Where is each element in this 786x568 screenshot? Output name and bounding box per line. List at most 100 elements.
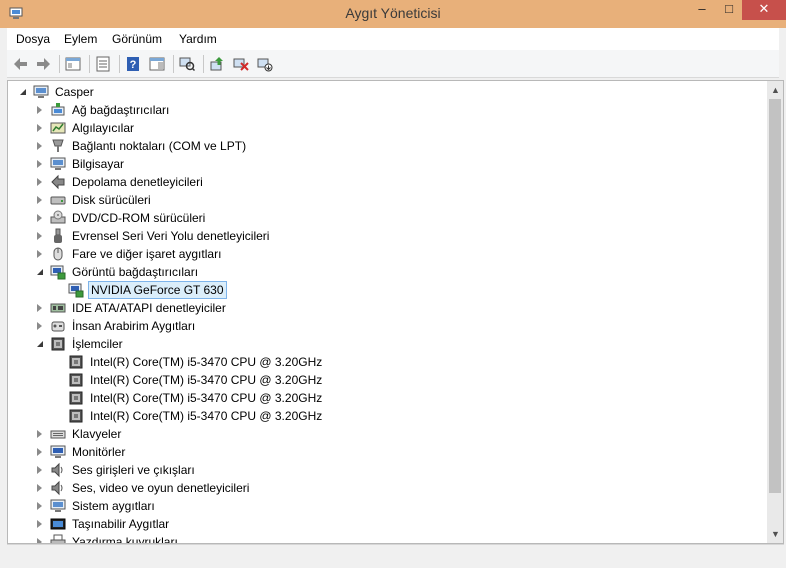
expand-arrow-icon[interactable] [35, 304, 44, 313]
device-category-label: IDE ATA/ATAPI denetleyiciler [72, 301, 226, 315]
device-category[interactable]: Sistem aygıtları [35, 497, 157, 515]
forward-icon[interactable] [33, 54, 53, 74]
scroll-down-arrow-icon[interactable]: ▼ [767, 527, 784, 541]
dvd-drive-icon [50, 210, 66, 224]
window-title: Aygıt Yöneticisi [345, 5, 441, 21]
vertical-scrollbar[interactable]: ▲ ▼ [767, 80, 784, 544]
toolbar-separator [119, 55, 120, 73]
device-category-label: İnsan Arabirim Aygıtları [72, 319, 196, 333]
device-category[interactable]: İnsan Arabirim Aygıtları [35, 317, 197, 335]
expand-arrow-icon[interactable] [35, 322, 44, 331]
menu-gorunum[interactable]: Görünüm [112, 32, 162, 46]
sensor-icon [50, 122, 66, 134]
toolbar-separator [173, 55, 174, 73]
device-tree[interactable]: Casper Ağ bağdaştırıcıları Algılayıcılar B… [7, 80, 767, 544]
device-category[interactable]: Bağlantı noktaları (COM ve LPT) [35, 137, 248, 155]
scroll-up-arrow-icon[interactable]: ▲ [767, 83, 784, 97]
expand-toggle[interactable] [18, 88, 27, 97]
device-item[interactable]: Intel(R) Core(TM) i5-3470 CPU @ 3.20GHz [68, 371, 324, 389]
expand-arrow-icon[interactable] [35, 448, 44, 457]
device-category[interactable]: Depolama denetleyicileri [35, 173, 205, 191]
device-category[interactable]: Yazdırma kuyrukları [35, 533, 180, 543]
computer-icon [50, 157, 66, 170]
device-category-label: Sistem aygıtları [72, 499, 155, 513]
device-category-label: Depolama denetleyicileri [72, 175, 203, 189]
uninstall-icon[interactable] [231, 54, 251, 74]
expand-arrow-icon[interactable] [35, 160, 44, 169]
device-category[interactable]: Monitörler [35, 443, 127, 461]
device-item[interactable]: Intel(R) Core(TM) i5-3470 CPU @ 3.20GHz [68, 389, 324, 407]
menu-dosya[interactable]: Dosya [16, 32, 50, 46]
device-category[interactable]: Evrensel Seri Veri Yolu denetleyicileri [35, 227, 271, 245]
help-icon[interactable]: ? [123, 54, 143, 74]
expand-arrow-icon[interactable] [35, 250, 44, 259]
hid-icon [51, 321, 65, 332]
show-hide-console-tree-icon[interactable] [63, 54, 83, 74]
processor-icon [51, 337, 65, 351]
device-category[interactable]: DVD/CD-ROM sürücüleri [35, 209, 207, 227]
menu-eylem[interactable]: Eylem [64, 32, 97, 46]
minimize-button[interactable]: – [688, 0, 716, 20]
port-icon [52, 139, 64, 152]
speaker-icon [51, 462, 63, 478]
scroll-thumb[interactable] [769, 99, 781, 493]
device-item[interactable]: NVIDIA GeForce GT 630 [68, 281, 227, 299]
update-driver-icon[interactable] [207, 54, 227, 74]
close-button[interactable]: ✕ [742, 0, 786, 20]
menu-bar: Dosya Eylem Görünüm Yardım [7, 28, 779, 50]
disable-icon[interactable] [255, 54, 275, 74]
expand-arrow-icon[interactable] [35, 124, 44, 133]
back-icon[interactable] [11, 54, 31, 74]
title-bar[interactable]: Aygıt Yöneticisi – □ ✕ [0, 0, 786, 28]
properties-icon[interactable] [93, 54, 113, 74]
expand-arrow-icon[interactable] [35, 196, 44, 205]
toolbar-separator [203, 55, 204, 73]
device-category-label: Görüntü bağdaştırıcıları [72, 265, 199, 279]
device-item-label: Intel(R) Core(TM) i5-3470 CPU @ 3.20GHz [90, 391, 323, 405]
device-category[interactable]: Ses girişleri ve çıkışları [35, 461, 197, 479]
device-item[interactable]: Intel(R) Core(TM) i5-3470 CPU @ 3.20GHz [68, 353, 324, 371]
toolbar: ? [7, 50, 779, 78]
device-category-label: Klavyeler [72, 427, 122, 441]
expand-arrow-icon[interactable] [35, 520, 44, 529]
collapse-arrow-icon[interactable] [35, 340, 44, 349]
computer-icon [33, 85, 49, 98]
device-category[interactable]: Fare ve diğer işaret aygıtları [35, 245, 223, 263]
device-category[interactable]: Disk sürücüleri [35, 191, 153, 209]
action-pane-icon[interactable] [147, 54, 167, 74]
device-category[interactable]: IDE ATA/ATAPI denetleyiciler [35, 299, 228, 317]
processor-icon [69, 373, 83, 387]
expand-arrow-icon[interactable] [35, 430, 44, 439]
device-category-label: Bağlantı noktaları (COM ve LPT) [72, 139, 247, 153]
expand-arrow-icon[interactable] [35, 232, 44, 241]
device-category[interactable]: Taşınabilir Aygıtlar [35, 515, 171, 533]
device-item-label: Intel(R) Core(TM) i5-3470 CPU @ 3.20GHz [90, 373, 323, 387]
expand-arrow-icon[interactable] [35, 178, 44, 187]
expand-arrow-icon[interactable] [35, 142, 44, 151]
device-item[interactable]: Intel(R) Core(TM) i5-3470 CPU @ 3.20GHz [68, 407, 324, 425]
tree-root[interactable]: Casper [18, 83, 96, 101]
toolbar-separator [89, 55, 90, 73]
menu-yardim[interactable]: Yardım [179, 32, 217, 46]
device-category[interactable]: Görüntü bağdaştırıcıları [35, 263, 200, 281]
expand-arrow-icon[interactable] [35, 466, 44, 475]
printer-icon [50, 534, 66, 543]
device-category[interactable]: Ağ bağdaştırıcıları [35, 101, 171, 119]
device-category[interactable]: Algılayıcılar [35, 119, 136, 137]
scan-hardware-icon[interactable] [177, 54, 197, 74]
keyboard-icon [50, 430, 66, 439]
device-category[interactable]: İşlemciler [35, 335, 125, 353]
expand-arrow-icon[interactable] [35, 106, 44, 115]
device-category[interactable]: Klavyeler [35, 425, 123, 443]
svg-text:?: ? [130, 59, 137, 71]
maximize-button[interactable]: □ [716, 0, 742, 20]
device-category-label: Ses girişleri ve çıkışları [72, 463, 195, 477]
device-category-label: Fare ve diğer işaret aygıtları [72, 247, 222, 261]
device-category[interactable]: Bilgisayar [35, 155, 126, 173]
collapse-arrow-icon[interactable] [35, 268, 44, 277]
expand-arrow-icon[interactable] [35, 214, 44, 223]
disk-drive-icon [50, 196, 66, 205]
expand-arrow-icon[interactable] [35, 502, 44, 511]
device-category[interactable]: Ses, video ve oyun denetleyicileri [35, 479, 251, 497]
expand-arrow-icon[interactable] [35, 484, 44, 493]
